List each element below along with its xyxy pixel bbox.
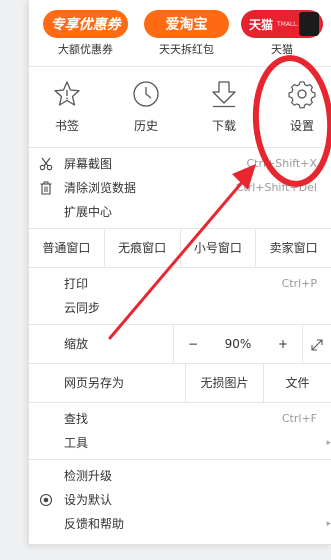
menu-item-label: 屏幕截图 xyxy=(64,157,113,171)
window-mode-row: 普通窗口 无痕窗口 小号窗口 卖家窗口 xyxy=(29,229,331,267)
menu-item-extensions[interactable]: 扩展中心 xyxy=(29,200,331,224)
menu-item-print[interactable]: 打印 Ctrl+P xyxy=(29,272,331,296)
zoom-out-button[interactable]: − xyxy=(174,325,212,363)
menu-item-label: 反馈和帮助 xyxy=(64,517,125,531)
zoom-level: 90% xyxy=(224,337,252,351)
gear-icon xyxy=(288,81,316,109)
promo-label: 天天拆红包 xyxy=(159,43,214,56)
menu-item-label: 工具 xyxy=(64,436,89,450)
normal-window-button[interactable]: 普通窗口 xyxy=(29,229,105,267)
zoom-label: 缩放 xyxy=(29,325,174,363)
promo-aitaobao[interactable]: 爱淘宝 天天拆红包 xyxy=(144,10,229,57)
seller-window-button[interactable]: 卖家窗口 xyxy=(256,229,331,267)
find-section: 查找 Ctrl+F 工具 ▸ xyxy=(29,403,331,459)
save-file-button[interactable]: 文件 xyxy=(264,364,331,402)
tmall-cat-icon xyxy=(299,12,319,36)
promo-row: 专享优惠券 大额优惠券 爱淘宝 天天拆红包 天猫 TMALL.COM 天猫 xyxy=(29,0,331,66)
download-icon xyxy=(212,81,236,108)
save-page-row: 网页另存为 无损图片 文件 xyxy=(29,364,331,402)
menu-item-tools[interactable]: 工具 ▸ xyxy=(29,431,331,455)
shortcut-text: Ctrl+Shift+X xyxy=(246,157,317,170)
menu-item-clear-data[interactable]: 清除浏览数据 Ctrl+Shift+Del xyxy=(29,176,331,200)
menu-item-check-update[interactable]: 检测升级 xyxy=(29,464,331,488)
coupon-badge: 专享优惠券 xyxy=(43,10,128,38)
submenu-arrow-icon: ▸ xyxy=(326,438,331,448)
menu-item-set-default[interactable]: 设为默认 xyxy=(29,488,331,512)
star-icon xyxy=(54,81,80,106)
promo-coupon[interactable]: 专享优惠券 大额优惠券 xyxy=(43,10,128,57)
save-lossless-image-button[interactable]: 无损图片 xyxy=(186,364,264,402)
scissors-icon xyxy=(39,157,53,171)
menu-item-label: 打印 xyxy=(64,277,89,291)
tools-section: 屏幕截图 Ctrl+Shift+X 清除浏览数据 Ctrl+Shift+Del … xyxy=(29,148,331,228)
downloads-button[interactable]: 下载 xyxy=(194,79,254,134)
zoom-in-button[interactable]: + xyxy=(264,325,302,363)
menu-item-find[interactable]: 查找 Ctrl+F xyxy=(29,407,331,431)
shortcut-text: Ctrl+P xyxy=(281,277,317,290)
menu-item-feedback[interactable]: 反馈和帮助 ▸ xyxy=(29,512,331,536)
print-section: 打印 Ctrl+P 云同步 xyxy=(29,268,331,324)
menu-item-label: 设为默认 xyxy=(64,493,113,507)
settings-button[interactable]: 设置 xyxy=(272,79,331,134)
history-button[interactable]: 历史 xyxy=(116,79,176,134)
shortcut-text: Ctrl+Shift+Del xyxy=(235,181,317,194)
promo-label: 天猫 xyxy=(271,43,293,56)
clock-icon xyxy=(133,81,159,107)
menu-item-label: 查找 xyxy=(64,412,89,426)
menu-item-label: 云同步 xyxy=(64,301,101,315)
browser-main-menu: 专享优惠券 大额优惠券 爱淘宝 天天拆红包 天猫 TMALL.COM 天猫 书签 xyxy=(28,0,331,545)
menu-item-label: 检测升级 xyxy=(64,469,113,483)
radio-icon xyxy=(39,493,53,507)
expand-icon xyxy=(311,338,323,351)
menu-item-label: 扩展中心 xyxy=(64,205,113,219)
promo-label: 大额优惠券 xyxy=(58,43,113,56)
shortcut-text: Ctrl+F xyxy=(281,412,317,425)
toolbar-label: 设置 xyxy=(289,119,314,133)
bookmarks-button[interactable]: 书签 xyxy=(37,79,97,134)
zoom-row: 缩放 − 90% + xyxy=(29,325,331,363)
submenu-arrow-icon: ▸ xyxy=(326,519,331,529)
toolbar-label: 书签 xyxy=(54,119,79,133)
toolbar-label: 历史 xyxy=(133,119,158,133)
menu-item-label: 清除浏览数据 xyxy=(64,181,137,195)
save-as-label: 网页另存为 xyxy=(29,364,186,402)
menu-item-screenshot[interactable]: 屏幕截图 Ctrl+Shift+X xyxy=(29,152,331,176)
fullscreen-button[interactable] xyxy=(302,325,331,363)
tmall-badge-text: 天猫 xyxy=(249,17,274,32)
aitaobao-badge: 爱淘宝 xyxy=(144,10,229,38)
alt-account-window-button[interactable]: 小号窗口 xyxy=(181,229,257,267)
toolbar-label: 下载 xyxy=(211,119,236,133)
incognito-window-button[interactable]: 无痕窗口 xyxy=(105,229,181,267)
toolbar-row: 书签 历史 下载 设置 xyxy=(29,67,331,147)
promo-tmall[interactable]: 天猫 TMALL.COM 天猫 xyxy=(241,10,323,57)
trash-icon xyxy=(40,181,52,195)
tmall-badge: 天猫 TMALL.COM xyxy=(241,10,323,38)
help-section: 检测升级 设为默认 反馈和帮助 ▸ xyxy=(29,460,331,540)
menu-item-cloud-sync[interactable]: 云同步 xyxy=(29,296,331,320)
